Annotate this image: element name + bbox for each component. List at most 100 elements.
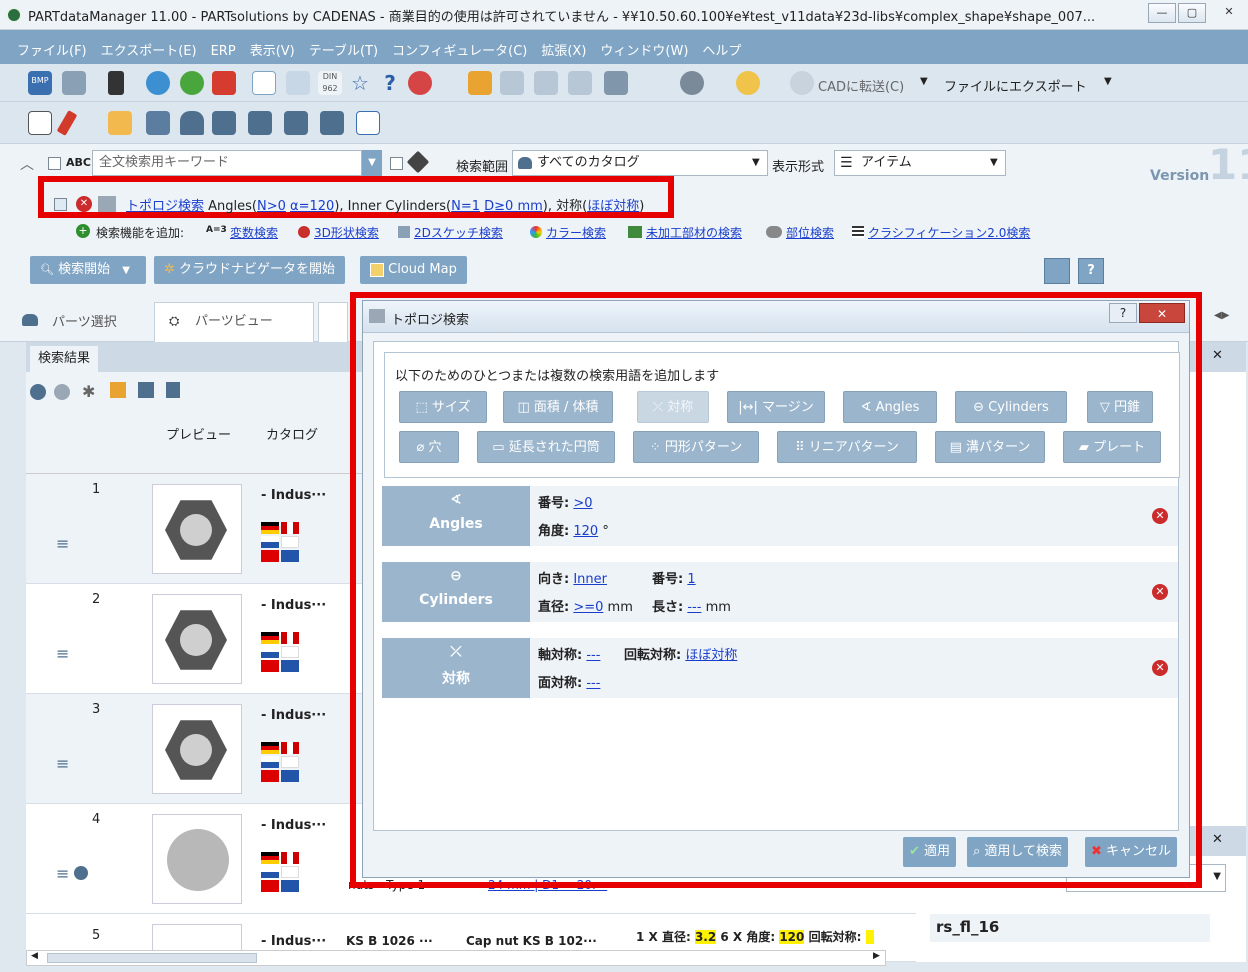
panel-icon[interactable] <box>28 111 52 135</box>
angles-number-link[interactable]: >0 <box>573 496 592 511</box>
cart-icon[interactable] <box>62 71 86 95</box>
part-preview[interactable] <box>152 814 242 904</box>
favorite-icon[interactable] <box>110 382 126 398</box>
bmp-icon[interactable]: BMP <box>28 71 52 95</box>
tab-parts-select[interactable]: パーツ選択 <box>52 311 117 330</box>
tab-more[interactable] <box>318 302 348 342</box>
cad-transfer-icon[interactable] <box>790 71 814 95</box>
col-preview[interactable]: プレビュー <box>166 424 231 443</box>
classification-search-link[interactable]: クラシフィケーション2.0検索 <box>868 224 1030 241</box>
drag-handle-icon[interactable]: ≡ <box>56 864 69 883</box>
symmetry-axis-link[interactable]: --- <box>586 648 600 663</box>
2d-sketch-search-link[interactable]: 2Dスケッチ検索 <box>414 224 503 241</box>
cylinder-new-icon[interactable] <box>212 111 236 135</box>
menu-configurator[interactable]: コンフィギュレータ(C) <box>385 30 534 59</box>
variable-search-link[interactable]: 変数検索 <box>230 224 278 241</box>
symmetry-rotation-link[interactable]: ほぼ対称 <box>685 648 737 663</box>
tree-icon[interactable] <box>534 71 558 95</box>
help-search-button[interactable]: ? <box>1078 258 1104 284</box>
remove-angles-icon[interactable]: ✕ <box>1152 508 1168 524</box>
menu-table[interactable]: テーブル(T) <box>302 30 385 59</box>
cycle-blue-icon[interactable] <box>146 71 170 95</box>
gear-cloud-icon[interactable] <box>680 71 704 95</box>
cylinders-n-link[interactable]: N=1 <box>451 199 480 214</box>
term-cylinders-button[interactable]: ⊖ Cylinders <box>955 391 1067 423</box>
part-preview[interactable] <box>152 594 242 684</box>
term-size-button[interactable]: ⬚ サイズ <box>399 391 487 423</box>
cycle-green-icon[interactable] <box>180 71 204 95</box>
display-dropdown-icon[interactable]: ▼ <box>990 157 998 168</box>
term-groove-pattern-button[interactable]: ▤ 溝パターン <box>935 431 1045 463</box>
remove-symmetry-icon[interactable]: ✕ <box>1152 660 1168 676</box>
term-plate-button[interactable]: ▰ プレート <box>1063 431 1161 463</box>
part-add-icon[interactable] <box>108 111 132 135</box>
angles-n-link[interactable]: N>0 <box>257 199 286 214</box>
back-icon[interactable] <box>30 384 46 400</box>
dialog-close-button[interactable]: ✕ <box>1139 303 1185 323</box>
cad-transfer-dropdown-icon[interactable]: ▼ <box>920 76 928 87</box>
angles-degree-link[interactable]: 120 <box>573 524 598 539</box>
menu-extensions[interactable]: 拡張(X) <box>534 30 593 59</box>
drag-handle-icon[interactable]: ≡ <box>56 644 69 663</box>
right-select-dropdown-icon[interactable]: ▼ <box>1213 871 1221 882</box>
angles-alpha-link[interactable]: α=120 <box>290 199 334 214</box>
term-extended-cylinder-button[interactable]: ▭ 延長された円筒 <box>477 431 615 463</box>
price-icon[interactable] <box>736 71 760 95</box>
part-region-search-link[interactable]: 部位検索 <box>786 224 834 241</box>
topology-checkbox[interactable] <box>54 198 67 211</box>
din-icon[interactable]: DIN 962 <box>318 71 342 95</box>
abc-checkbox[interactable] <box>48 157 61 170</box>
cylinders-number-link[interactable]: 1 <box>687 572 695 587</box>
menu-window[interactable]: ウィンドウ(W) <box>593 30 695 59</box>
compare-icon[interactable] <box>286 71 310 95</box>
close-window-button[interactable]: ✕ <box>1214 3 1244 23</box>
measure-icon[interactable] <box>500 71 524 95</box>
cylinder-plus-icon[interactable] <box>248 111 272 135</box>
cross-tool-icon[interactable] <box>568 71 592 95</box>
search-start-dropdown-icon[interactable]: ▼ <box>122 265 130 276</box>
menu-view[interactable]: 表示(V) <box>243 30 302 59</box>
drag-handle-icon[interactable]: ≡ <box>56 534 69 553</box>
cad-transfer-button[interactable]: CADに転送(C) <box>818 76 904 95</box>
help-icon[interactable]: ? <box>378 71 402 95</box>
cylinder-question-icon[interactable] <box>320 111 344 135</box>
tool-icon[interactable] <box>468 71 492 95</box>
col-catalog[interactable]: カタログ <box>266 424 318 443</box>
forward-icon[interactable] <box>54 384 70 400</box>
tab-parts-view[interactable]: ⛭ パーツビュー <box>154 302 314 342</box>
star-icon[interactable]: ☆ <box>348 71 372 95</box>
wrench-x-icon[interactable] <box>604 71 628 95</box>
term-circular-pattern-button[interactable]: ⁘ 円形パターン <box>633 431 759 463</box>
shape-checkbox[interactable] <box>390 157 403 170</box>
settings-colored-icon[interactable] <box>408 71 432 95</box>
term-hole-button[interactable]: ⌀ 穴 <box>399 431 459 463</box>
minimize-button[interactable]: — <box>1148 3 1176 23</box>
right-sub-close-icon[interactable]: ✕ <box>1212 832 1223 847</box>
filter-icon[interactable] <box>166 382 180 398</box>
scroll-thumb[interactable] <box>47 953 257 963</box>
cylinders-direction-link[interactable]: Inner <box>573 572 607 587</box>
scroll-left-icon[interactable]: ◀ <box>31 951 38 961</box>
cloud-map-button[interactable]: Cloud Map <box>360 256 467 284</box>
pdf-icon[interactable] <box>212 71 236 95</box>
tab-scroll-icon[interactable]: ◀▶ <box>1214 310 1229 321</box>
3d-shape-search-link[interactable]: 3D形状検索 <box>314 224 379 241</box>
cylinder-icon[interactable] <box>180 111 204 135</box>
part-preview[interactable] <box>152 484 242 574</box>
part-config-icon[interactable] <box>146 111 170 135</box>
menu-help[interactable]: ヘルプ <box>695 30 748 59</box>
brush-icon[interactable] <box>56 110 78 136</box>
maximize-button[interactable]: ▢ <box>1178 3 1206 23</box>
term-angles-button[interactable]: ∢ Angles <box>843 391 937 423</box>
cancel-button[interactable]: ✖ キャンセル <box>1085 837 1178 867</box>
settings-icon[interactable]: ✱ <box>82 382 95 401</box>
file-export-dropdown-icon[interactable]: ▼ <box>1104 76 1112 87</box>
symmetry-plane-link[interactable]: --- <box>586 676 600 691</box>
search-dropdown-icon[interactable]: ▼ <box>362 150 382 176</box>
horizontal-scrollbar[interactable]: ◀ ▶ <box>26 950 886 966</box>
symmetry-link[interactable]: ほぼ対称 <box>587 199 639 214</box>
fulltext-search-input[interactable]: 全文検索用キーワード <box>92 150 362 176</box>
drag-handle-icon[interactable]: ≡ <box>56 754 69 773</box>
remove-cylinders-icon[interactable]: ✕ <box>1152 584 1168 600</box>
term-linear-pattern-button[interactable]: ⠿ リニアパターン <box>777 431 917 463</box>
